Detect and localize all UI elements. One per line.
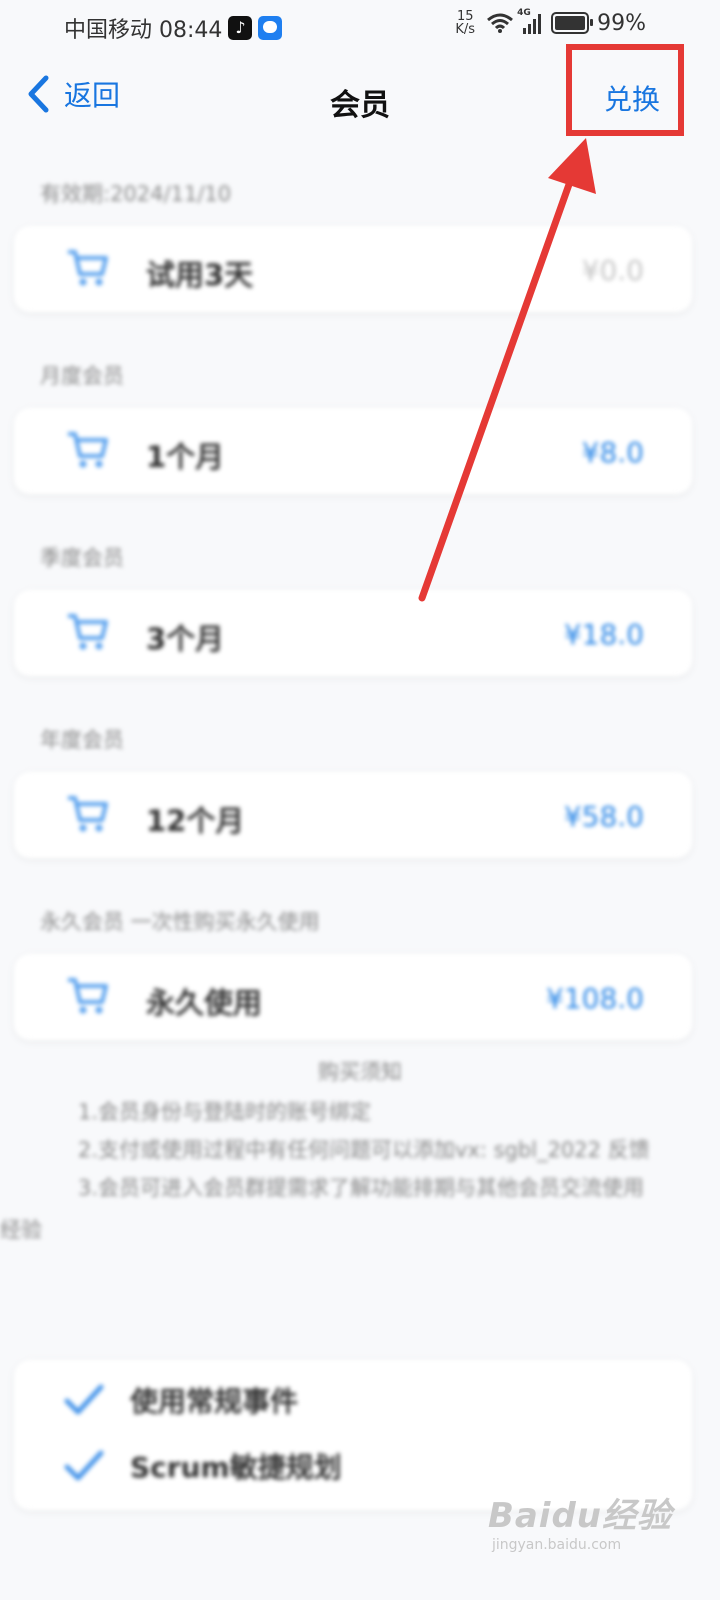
feature-item: Scrum敏捷规划 bbox=[64, 1446, 342, 1486]
membership-content: 有效期:2024/11/10 试用3天 ¥0.0 月度会员 1个月 ¥8.0 季… bbox=[0, 150, 720, 1510]
notice-line-3: 3.会员可进入会员群提需求了解功能排期与其他会员交流使用 bbox=[78, 1176, 645, 1200]
plan-card-yearly[interactable]: 12个月 ¥58.0 bbox=[14, 772, 692, 858]
network-speed: 15 K/s bbox=[455, 10, 475, 36]
plan-price: ¥108.0 bbox=[546, 982, 644, 1015]
check-icon bbox=[64, 1450, 104, 1481]
battery-icon bbox=[551, 12, 594, 34]
notice-line-3-wrap: 经验 bbox=[0, 1218, 42, 1242]
plan-card-quarterly[interactable]: 3个月 ¥18.0 bbox=[14, 590, 692, 676]
watermark-url: jingyan.baidu.com bbox=[491, 1537, 622, 1553]
notice-line-1: 1.会员身份与登陆时的账号绑定 bbox=[78, 1100, 372, 1124]
feature-label: 使用常规事件 bbox=[130, 1385, 299, 1418]
plan-price: ¥0.0 bbox=[581, 254, 644, 287]
wifi-icon bbox=[487, 13, 514, 33]
signal-icon: 4G bbox=[517, 8, 542, 34]
section-label-monthly: 月度会员 bbox=[40, 364, 124, 388]
cart-icon bbox=[68, 978, 108, 1014]
speed-unit: K/s bbox=[455, 22, 476, 37]
battery-percent: 99% bbox=[597, 10, 646, 36]
tiktok-app-icon: ♪ bbox=[228, 16, 253, 40]
plan-name: 1个月 bbox=[146, 440, 225, 474]
baidu-watermark: Baidu经验 jingyan.baidu.com bbox=[488, 1488, 672, 1553]
plan-name: 3个月 bbox=[146, 622, 225, 656]
plan-price: ¥58.0 bbox=[563, 800, 644, 833]
status-left: 中国移动 08:44 ♪ bbox=[64, 12, 283, 44]
feature-item: 使用常规事件 bbox=[64, 1380, 298, 1420]
annotation-highlight-box bbox=[566, 44, 684, 136]
carrier-time: 中国移动 08:44 bbox=[64, 18, 223, 43]
watermark-brand: Baidu经验 bbox=[487, 1496, 672, 1536]
status-right: 15 K/s 4G 99% bbox=[455, 8, 646, 36]
cart-icon bbox=[68, 432, 108, 468]
network-type: 4G bbox=[517, 8, 531, 18]
plan-card-trial[interactable]: 试用3天 ¥0.0 bbox=[14, 226, 692, 312]
plan-price: ¥18.0 bbox=[563, 618, 644, 651]
plan-card-lifetime[interactable]: 永久使用 ¥108.0 bbox=[14, 954, 692, 1040]
feature-label: Scrum敏捷规划 bbox=[130, 1451, 342, 1484]
cart-icon bbox=[68, 250, 108, 286]
notice-line-2: 2.支付或使用过程中有任何问题可以添加vx: sgbl_2022 反馈 bbox=[78, 1138, 650, 1162]
plan-price: ¥8.0 bbox=[581, 436, 644, 469]
plan-name: 试用3天 bbox=[146, 258, 254, 292]
cart-icon bbox=[68, 796, 108, 832]
assistant-app-icon bbox=[258, 16, 283, 40]
notice-title: 购买须知 bbox=[318, 1060, 402, 1084]
plan-card-monthly[interactable]: 1个月 ¥8.0 bbox=[14, 408, 692, 494]
section-label-quarterly: 季度会员 bbox=[40, 546, 124, 570]
plan-name: 永久使用 bbox=[146, 986, 263, 1020]
section-label-yearly: 年度会员 bbox=[40, 728, 124, 752]
cart-icon bbox=[68, 614, 108, 650]
section-label-lifetime: 永久会员 一次性购买永久使用 bbox=[40, 910, 320, 934]
plan-name: 12个月 bbox=[146, 804, 245, 838]
check-icon bbox=[64, 1384, 104, 1415]
section-label-trial: 有效期:2024/11/10 bbox=[40, 182, 232, 206]
